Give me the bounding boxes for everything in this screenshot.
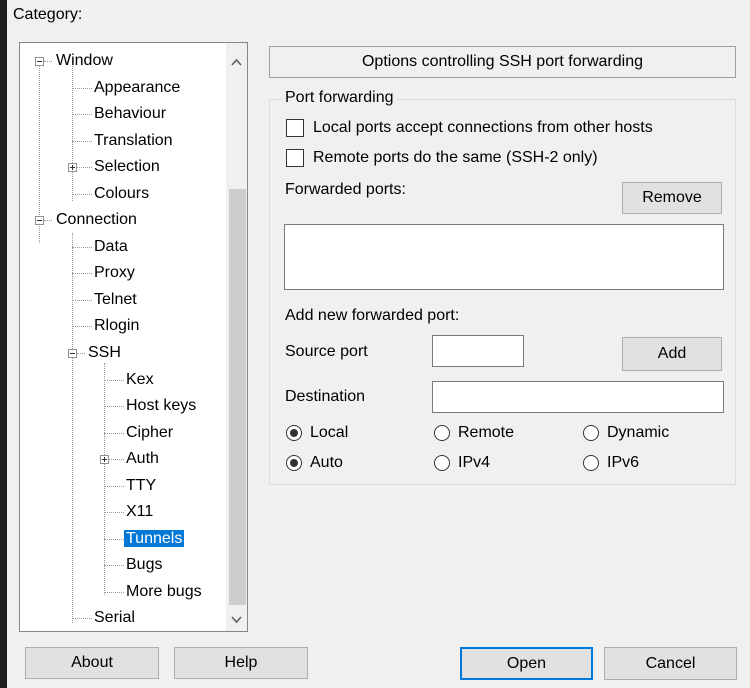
panel-header: Options controlling SSH port forwarding [269,46,736,78]
tree-line [104,592,124,593]
forwarded-ports-label: Forwarded ports: [285,181,406,198]
tree-line [72,300,92,301]
tree-line [104,433,124,434]
tree-line [72,233,73,623]
scroll-down-icon[interactable] [231,614,242,625]
add-new-port-label: Add new forwarded port: [285,307,460,324]
tree-item-x11[interactable]: X11 [126,501,153,523]
category-tree[interactable]: Window Appearance Behaviour Translation … [19,42,248,632]
tree-item-window[interactable]: Window [56,50,113,72]
tree-line [44,61,52,62]
window-left-edge [0,0,7,688]
tree-line [72,88,92,89]
help-button[interactable]: Help [174,647,308,679]
tree-line [72,114,92,115]
open-button[interactable]: Open [460,647,593,680]
tree-item-telnet[interactable]: Telnet [94,289,137,311]
dynamic-radio[interactable] [583,425,599,441]
remote-ports-label[interactable]: Remote ports do the same (SSH-2 only) [313,149,598,167]
local-ports-checkbox[interactable] [286,119,304,137]
tree-line [72,273,92,274]
tree-line [77,353,85,354]
tree-item-data[interactable]: Data [94,236,128,258]
ipv4-radio[interactable] [434,455,450,471]
tree-item-tunnels[interactable]: Tunnels [124,528,185,550]
tree-line [104,380,124,381]
ipv6-radio[interactable] [583,455,599,471]
tree-line [104,406,124,407]
remove-button[interactable]: Remove [622,182,722,214]
tree-item-serial[interactable]: Serial [94,607,135,629]
port-forwarding-title: Port forwarding [282,89,397,107]
tree-collapse-ssh[interactable] [68,349,77,358]
tree-item-more-bugs[interactable]: More bugs [126,581,202,603]
tree-item-tty[interactable]: TTY [126,475,156,497]
scroll-thumb[interactable] [229,189,246,605]
scroll-up-icon[interactable] [231,57,242,68]
remote-ports-checkbox[interactable] [286,149,304,167]
cancel-button[interactable]: Cancel [604,647,737,680]
tree-item-translation[interactable]: Translation [94,130,173,152]
tree-item-ssh[interactable]: SSH [88,342,121,364]
dynamic-radio-label[interactable]: Dynamic [607,424,669,442]
about-button[interactable]: About [25,647,159,679]
tree-line [72,247,92,248]
remote-radio-label[interactable]: Remote [458,424,514,442]
tree-line [109,459,124,460]
tree-line [104,565,124,566]
tree-line [72,141,92,142]
tree-scrollbar[interactable] [226,43,247,631]
tree-item-auth[interactable]: Auth [126,448,159,470]
tree-item-selection[interactable]: Selection [94,156,160,178]
local-radio-label[interactable]: Local [310,424,348,442]
source-port-input[interactable] [432,335,524,367]
local-ports-label[interactable]: Local ports accept connections from othe… [313,119,653,137]
remote-radio[interactable] [434,425,450,441]
destination-label: Destination [285,388,366,405]
ipv4-radio-label[interactable]: IPv4 [458,454,490,472]
tree-collapse-window[interactable] [35,57,44,66]
tree-line [44,220,52,221]
tree-item-bugs[interactable]: Bugs [126,554,162,576]
tree-item-proxy[interactable]: Proxy [94,262,135,284]
tree-collapse-connection[interactable] [35,216,44,225]
tree-line [72,194,92,195]
tree-item-colours[interactable]: Colours [94,183,149,205]
tree-line [72,61,73,201]
source-port-label: Source port [285,343,368,360]
tree-item-appearance[interactable]: Appearance [94,77,180,99]
tree-line [104,539,124,540]
category-label: Category: [13,6,83,23]
tree-item-host-keys[interactable]: Host keys [126,395,196,417]
auto-radio-label[interactable]: Auto [310,454,343,472]
tree-line [104,512,124,513]
tree-line [104,363,105,595]
tree-item-behaviour[interactable]: Behaviour [94,103,166,125]
forwarded-ports-list[interactable] [284,224,724,290]
destination-input[interactable] [432,381,724,413]
auto-radio[interactable] [286,455,302,471]
ipv6-radio-label[interactable]: IPv6 [607,454,639,472]
tree-item-rlogin[interactable]: Rlogin [94,315,139,337]
tree-expand-selection[interactable] [68,163,77,172]
local-radio[interactable] [286,425,302,441]
tree-item-connection[interactable]: Connection [56,209,137,231]
tree-expand-auth[interactable] [100,455,109,464]
tree-line [77,167,92,168]
tree-line [72,326,92,327]
tree-item-cipher[interactable]: Cipher [126,422,173,444]
tree-line [72,618,92,619]
add-button[interactable]: Add [622,337,722,371]
tree-item-kex[interactable]: Kex [126,369,154,391]
tree-line [104,486,124,487]
